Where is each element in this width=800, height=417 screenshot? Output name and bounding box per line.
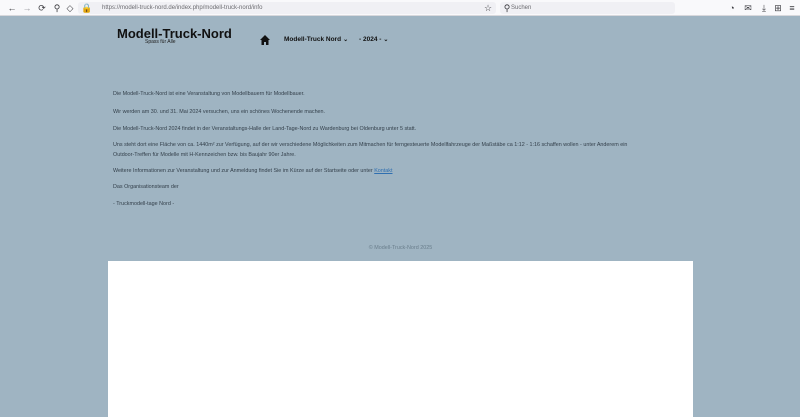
shield-icon[interactable]: ◇ [64,2,76,14]
chevron-down-icon: ⌄ [343,37,349,43]
forward-icon[interactable]: → [21,2,33,14]
extensions-icon[interactable]: ⊞ [772,2,784,14]
info-paragraph: Weitere Informationen zur Veranstaltung … [113,168,392,174]
nav-item-2024[interactable]: - 2024 - ⌄ [359,36,388,43]
paragraph: Die Modell-Truck-Nord ist eine Veranstal… [113,91,305,97]
nav-item-modell-truck-nord[interactable]: Modell-Truck Nord ⌄ [284,36,348,43]
address-bar[interactable]: 🔒 https://modell-truck-nord.de/index.php… [78,2,496,14]
bookmark-icon[interactable]: ☆ [482,2,494,14]
paragraph: Outdoor-Treffen für Modelle mit H-Kennze… [113,152,296,158]
nav-item-label: - 2024 - [359,36,382,43]
info-text: Weitere Informationen zur Veranstaltung … [113,168,373,174]
chevron-down-icon: ⌄ [383,37,389,43]
back-icon[interactable]: ← [6,2,18,14]
zoom-icon[interactable]: ⚲ [51,2,63,14]
paragraph: Uns steht dort eine Fläche von ca. 1440m… [113,142,628,148]
paragraph: Das Organisationsteam der [113,184,179,190]
paragraph: Wir werden am 30. und 31. Mai 2024 versu… [113,109,326,115]
content-area: Modell-Truck-Nord Spass für Alle Modell-… [108,16,693,261]
reload-icon[interactable]: ⟳ [36,2,48,14]
lock-icon: 🔒 [81,3,93,13]
paragraph: Die Modell-Truck-Nord 2024 findet in der… [113,126,417,132]
paragraph: - Truckmodell-tage Nord - [113,201,175,207]
pocket-icon[interactable]: ◔ [726,2,738,14]
site-subtitle: Spass für Alle [145,39,176,45]
url-text: https://modell-truck-nord.de/index.php/m… [102,5,263,11]
home-icon[interactable] [259,34,271,46]
search-input[interactable]: ⚲ Suchen [500,2,675,14]
contact-link[interactable]: Kontakt [374,168,392,174]
nav-item-label: Modell-Truck Nord [284,36,342,43]
search-placeholder: Suchen [511,5,532,11]
mail-icon[interactable]: ✉ [742,2,754,14]
menu-icon[interactable]: ≡ [786,2,798,14]
page-container: Modell-Truck-Nord Spass für Alle Modell-… [108,16,693,417]
footer-copyright: © Modell-Truck-Nord 2025 [368,245,433,251]
browser-toolbar: ← → ⟳ ⚲ ◇ 🔒 https://modell-truck-nord.de… [0,0,800,16]
download-icon[interactable]: ⤓ [758,2,770,14]
